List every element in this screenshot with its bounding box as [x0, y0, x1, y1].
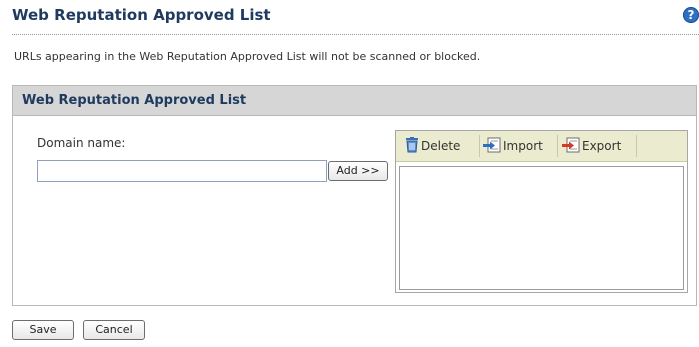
list-toolbar: Delete Import Export: [396, 131, 687, 162]
export-label: Export: [582, 139, 622, 153]
delete-button[interactable]: Delete: [405, 134, 460, 158]
delete-label: Delete: [421, 139, 461, 153]
approved-list-panel: Web Reputation Approved List Domain name…: [12, 85, 697, 306]
import-label: Import: [503, 139, 543, 153]
page-description: URLs appearing in the Web Reputation App…: [14, 50, 481, 63]
import-icon: [483, 137, 501, 161]
toolbar-divider: [636, 135, 637, 157]
toolbar-divider: [479, 135, 480, 157]
import-button[interactable]: Import: [483, 134, 543, 158]
question-mark-icon[interactable]: ?: [683, 7, 699, 23]
cancel-button[interactable]: Cancel: [83, 320, 145, 340]
export-icon: [562, 137, 580, 161]
domain-name-input[interactable]: [37, 160, 327, 182]
export-button[interactable]: Export: [562, 134, 621, 158]
approved-domains-list[interactable]: [399, 166, 684, 290]
title-divider: [12, 34, 699, 35]
toolbar-divider: [557, 135, 558, 157]
trash-icon: [405, 137, 419, 161]
save-button[interactable]: Save: [12, 320, 74, 340]
approved-list-box: Delete Import Export: [395, 130, 688, 293]
panel-header: Web Reputation Approved List: [13, 86, 696, 116]
page-title: Web Reputation Approved List: [12, 6, 271, 24]
add-button[interactable]: Add >>: [328, 161, 388, 181]
domain-name-label: Domain name:: [37, 136, 126, 150]
